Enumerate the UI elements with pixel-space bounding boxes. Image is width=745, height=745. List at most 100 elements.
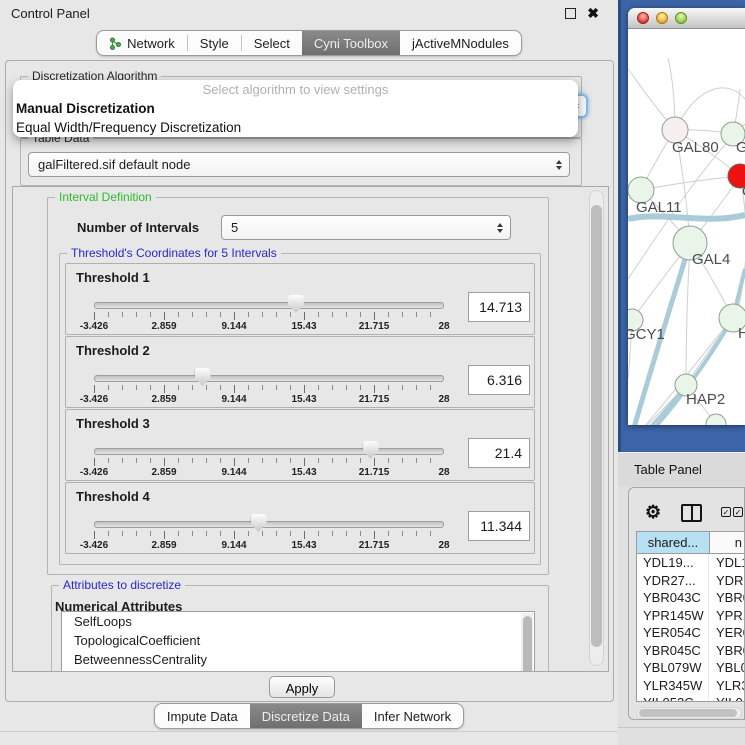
- threshold-3-label: Threshold 3: [76, 416, 150, 431]
- threshold-3-box: Threshold 3 -3.426 2.859 9.144 15.43 21.…: [65, 409, 535, 481]
- node-table: shared... n YDL19... YDL1 YDR27... YDR2 …: [636, 531, 745, 702]
- slider-thumb[interactable]: [363, 441, 379, 459]
- threshold-2-box: Threshold 2 -3.426 2.859 9.144 15.43 21.…: [65, 336, 535, 408]
- slider-thumb[interactable]: [195, 368, 211, 386]
- number-of-intervals-value: 5: [222, 220, 238, 235]
- interval-definition-title: Interval Definition: [55, 190, 156, 205]
- bottom-tab-bar: Impute Data Discretize Data Infer Networ…: [0, 703, 618, 729]
- list-item[interactable]: BetweennessCentrality: [62, 650, 534, 669]
- list-item[interactable]: TopologicalCoefficient: [62, 631, 534, 650]
- horizontal-scrollbar-thumb[interactable]: [639, 709, 737, 717]
- number-of-intervals-label: Number of Intervals: [77, 220, 199, 235]
- threshold-3-slider[interactable]: -3.426 2.859 9.144 15.43 21.715 28: [90, 442, 448, 478]
- tab-infer-network[interactable]: Infer Network: [362, 704, 463, 728]
- top-tab-bar: Network Style Select Cyni Toolbox jActiv…: [0, 30, 618, 56]
- table-panel-titlebar: Table Panel: [618, 452, 745, 486]
- node-label-partial: H: [738, 325, 745, 342]
- horizontal-scrollbar[interactable]: [636, 707, 742, 719]
- threshold-1-box: Threshold 1 -3.426 2.859 9.144 15.43 21.…: [65, 263, 535, 335]
- network-window: GAL80 GA C GAL11 GAL4 GCY1 H HAP2: [628, 8, 745, 425]
- threshold-3-value-field[interactable]: 21.4: [468, 438, 530, 468]
- table-header-row: shared... n: [637, 532, 744, 554]
- tab-discretize-data[interactable]: Discretize Data: [250, 704, 362, 728]
- table-row[interactable]: YBR043C YBR0: [637, 589, 744, 607]
- minimize-traffic-light-icon[interactable]: [656, 12, 668, 24]
- node-label-gal80: GAL80: [672, 139, 719, 156]
- checkbox-icon[interactable]: [733, 507, 743, 517]
- dropdown-option-manual[interactable]: Manual Discretization: [13, 99, 578, 118]
- list-item[interactable]: SelfLoops: [62, 612, 534, 631]
- column-header-name[interactable]: n: [710, 532, 744, 553]
- threshold-4-label: Threshold 4: [76, 489, 150, 504]
- node-label-gal4: GAL4: [692, 251, 730, 268]
- node-label-gcy1: GCY1: [628, 326, 665, 343]
- gear-icon[interactable]: ⚙: [645, 500, 661, 524]
- close-traffic-light-icon[interactable]: [637, 12, 649, 24]
- tab-impute-data[interactable]: Impute Data: [155, 704, 250, 728]
- threshold-1-slider[interactable]: -3.426 2.859 9.144 15.43 21.715 28: [90, 296, 448, 332]
- slider-scale: -3.426 2.859 9.144 15.43 21.715 28: [94, 394, 444, 406]
- list-scrollbar[interactable]: [521, 613, 533, 672]
- slider-scale: -3.426 2.859 9.144 15.43 21.715 28: [94, 321, 444, 333]
- numerical-attributes-list: SelfLoops TopologicalCoefficient Between…: [61, 611, 535, 672]
- screen: Control Panel ✖ Network: [0, 0, 745, 745]
- control-panel-titlebar: Control Panel ✖: [0, 0, 618, 26]
- control-panel: Control Panel ✖ Network: [0, 0, 618, 745]
- pane-scrollbar-thumb[interactable]: [591, 205, 602, 647]
- threshold-1-value-field[interactable]: 14.713: [468, 292, 530, 322]
- network-canvas[interactable]: GAL80 GA C GAL11 GAL4 GCY1 H HAP2: [628, 29, 745, 425]
- column-header-shared-name[interactable]: shared...: [637, 532, 710, 553]
- network-view-frame: GAL80 GA C GAL11 GAL4 GCY1 H HAP2: [618, 0, 745, 452]
- pane-scrollbar[interactable]: [589, 190, 604, 666]
- settings-scrollpane: Interval Definition Number of Intervals …: [12, 186, 609, 672]
- threshold-4-slider[interactable]: -3.426 2.859 9.144 15.43 21.715 28: [90, 515, 448, 551]
- tab-style[interactable]: Style: [188, 31, 241, 55]
- window-buttons: ✖: [565, 8, 607, 19]
- node-label-hap2: HAP2: [686, 391, 725, 408]
- threshold-1-label: Threshold 1: [76, 270, 150, 285]
- table-panel-title: Table Panel: [618, 462, 702, 477]
- threshold-2-slider[interactable]: -3.426 2.859 9.144 15.43 21.715 28: [90, 369, 448, 405]
- combobox-arrows-icon: [497, 223, 503, 233]
- slider-thumb[interactable]: [288, 295, 304, 313]
- apply-button[interactable]: Apply: [269, 676, 335, 698]
- threshold-2-value-field[interactable]: 6.316: [468, 365, 530, 395]
- tab-network[interactable]: Network: [97, 31, 187, 55]
- number-of-intervals-combobox[interactable]: 5: [221, 215, 511, 240]
- table-data-selected: galFiltered.sif default node: [29, 157, 190, 172]
- close-icon[interactable]: ✖: [587, 8, 599, 18]
- zoom-traffic-light-icon[interactable]: [675, 12, 687, 24]
- thresholds-group-title: Threshold's Coordinates for 5 Intervals: [67, 246, 281, 261]
- table-toolbar: ⚙: [629, 500, 745, 524]
- threshold-4-box: Threshold 4 -3.426 2.859 9.144 15.43 21.…: [65, 482, 535, 554]
- table-row[interactable]: YER054C YER0: [637, 624, 744, 642]
- right-column: GAL80 GA C GAL11 GAL4 GCY1 H HAP2 Table …: [618, 0, 745, 745]
- combobox-arrows-icon: [556, 160, 562, 170]
- threshold-4-value-field[interactable]: 11.344: [468, 511, 530, 541]
- float-window-icon[interactable]: [565, 8, 576, 19]
- table-row[interactable]: YBL079W YBL0: [637, 659, 744, 677]
- table-data-combobox[interactable]: galFiltered.sif default node: [28, 152, 570, 177]
- divider: [0, 731, 618, 732]
- panel-title: Control Panel: [11, 6, 90, 21]
- table-row[interactable]: YDL19... YDL1: [637, 554, 744, 572]
- node-label-partial: GA: [736, 139, 745, 156]
- table-row[interactable]: YPR145W YPR1: [637, 607, 744, 625]
- tab-cyni-toolbox[interactable]: Cyni Toolbox: [302, 31, 400, 55]
- table-panel: ⚙ shared... n YDL19... YDL1 YDR27... YDR…: [628, 487, 745, 720]
- checkbox-icon[interactable]: [721, 507, 731, 517]
- dropdown-option-equal-width[interactable]: Equal Width/Frequency Discretization: [13, 118, 578, 137]
- split-columns-icon[interactable]: [681, 504, 702, 522]
- slider-scale: -3.426 2.859 9.144 15.43 21.715 28: [94, 540, 444, 552]
- table-row[interactable]: YLR345W YLR3: [637, 677, 744, 695]
- node-label-gal11: GAL11: [636, 199, 682, 216]
- table-row[interactable]: YDR27... YDR2: [637, 572, 744, 590]
- table-row[interactable]: YIL052C YIL0: [637, 694, 744, 702]
- slider-thumb[interactable]: [251, 514, 267, 532]
- table-row[interactable]: YBR045C YBR0: [637, 642, 744, 660]
- network-icon: [109, 37, 122, 50]
- network-window-titlebar[interactable]: [628, 8, 745, 29]
- attributes-group-title: Attributes to discretize: [59, 578, 185, 593]
- tab-select[interactable]: Select: [242, 31, 302, 55]
- tab-jactivemnodules[interactable]: jActiveMNodules: [400, 31, 521, 55]
